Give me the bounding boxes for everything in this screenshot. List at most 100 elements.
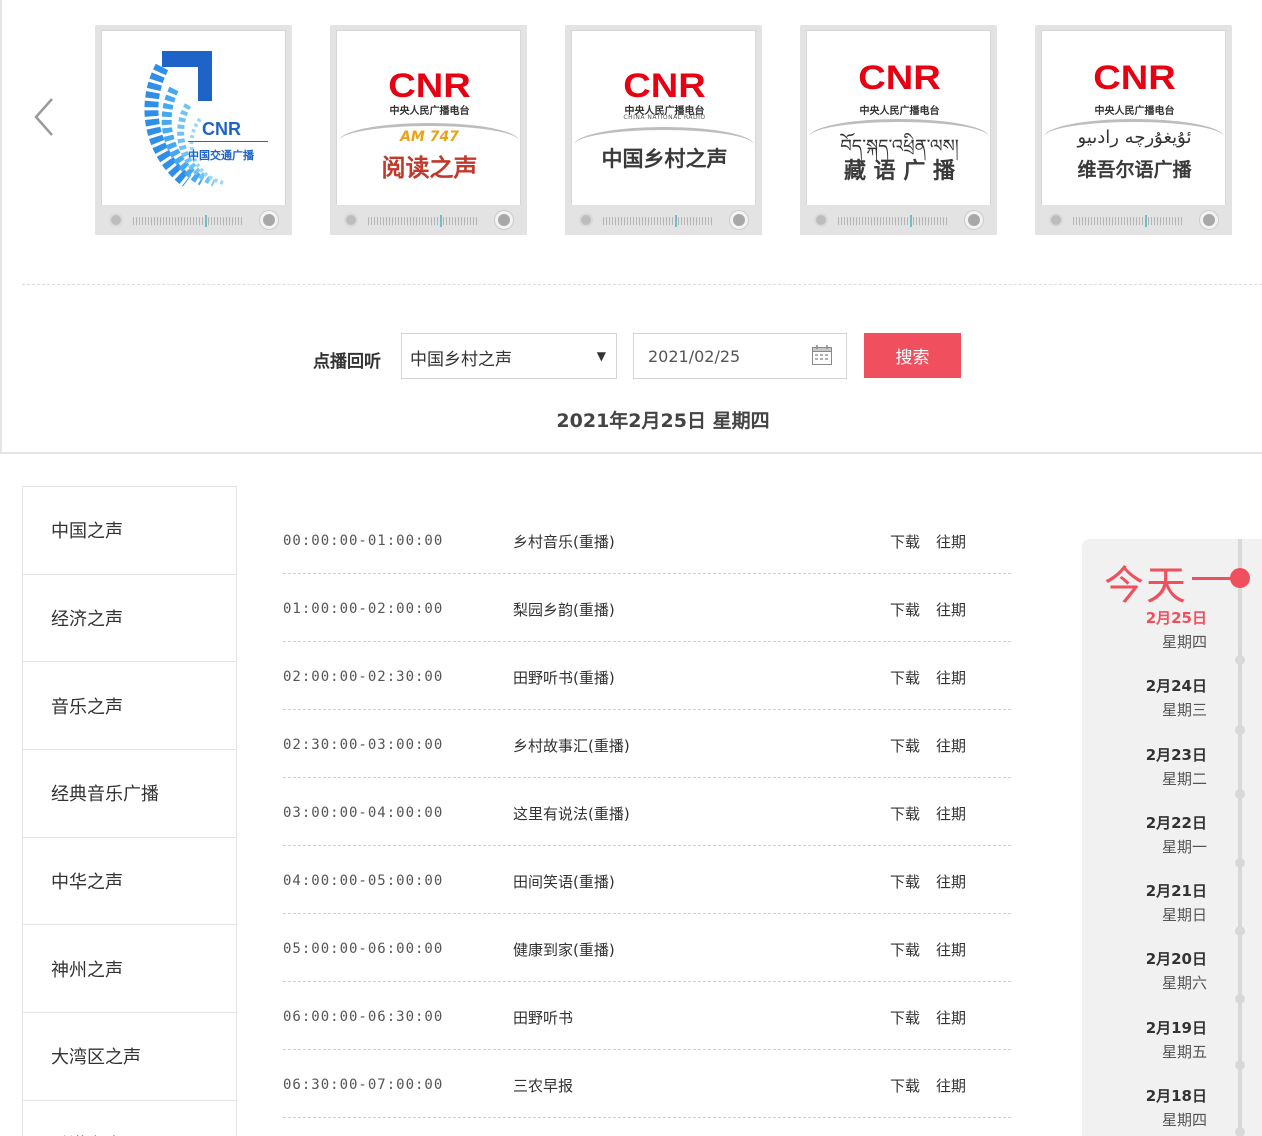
traffic-station-name: 中国交通广播	[188, 149, 254, 162]
program-row: 00:00:00-01:00:00 乡村音乐(重播) 下载 往期	[283, 506, 1011, 574]
caret-down-icon: ▼	[596, 349, 606, 363]
program-title[interactable]: 田间笑语(重播)	[513, 871, 615, 892]
past-episodes-link[interactable]: 往期	[936, 939, 966, 960]
timeline-date-0218[interactable]: 2月18日	[1082, 1085, 1207, 1106]
timeline-dot	[1235, 994, 1245, 1004]
download-link[interactable]: 下载	[890, 735, 920, 756]
today-marker-icon	[1230, 568, 1250, 588]
dial-knob-icon	[579, 213, 593, 227]
download-link[interactable]: 下载	[890, 871, 920, 892]
program-row: 06:00:00-06:30:00 田野听书 下载 往期	[283, 982, 1011, 1050]
past-episodes-link[interactable]: 往期	[936, 599, 966, 620]
timeline-date-0222[interactable]: 2月22日	[1082, 812, 1207, 833]
sidebar-item-yinyue[interactable]: 音乐之声	[23, 662, 236, 751]
download-link[interactable]: 下载	[890, 803, 920, 824]
station-card-reading[interactable]: CNR 中央人民广播电台 AM 747 阅读之声	[330, 25, 527, 235]
download-link[interactable]: 下载	[890, 667, 920, 688]
station-card-tibetan[interactable]: CNR 中央人民广播电台 བོད་སྐད་འཕྲིན་ལས། 藏 语 广 播	[800, 25, 997, 235]
calendar-icon[interactable]	[811, 344, 833, 366]
timeline-weekday: 星期六	[1161, 974, 1207, 992]
sidebar-item-jingdian-yinyue[interactable]: 经典音乐广播	[23, 750, 236, 838]
today-pointer	[1192, 577, 1232, 580]
station-logo-rural: CNR 中央人民广播电台 CHINA NATIONAL RADIO 中国乡村之声	[571, 30, 756, 230]
program-list: 00:00:00-01:00:00 乡村音乐(重播) 下载 往期 01:00:0…	[283, 506, 1011, 1118]
program-title[interactable]: 梨园乡韵(重播)	[513, 599, 615, 620]
station-name: 阅读之声	[381, 154, 478, 182]
program-time: 05:00:00-06:00:00	[283, 941, 444, 957]
timeline-date-0225[interactable]: 2月25日	[1082, 607, 1207, 628]
program-title[interactable]: 三农早报	[513, 1075, 573, 1096]
download-link[interactable]: 下载	[890, 599, 920, 620]
station-logo-traffic: CNR 中国交通广播	[101, 30, 286, 230]
sidebar-item-zhonghua[interactable]: 中华之声	[23, 838, 236, 926]
channel-sidebar: 中国之声 经济之声 音乐之声 经典音乐广播 中华之声 神州之声 大湾区之声 香港…	[22, 486, 237, 1136]
carousel-prev-button[interactable]	[30, 95, 62, 139]
station-card-uyghur[interactable]: CNR 中央人民广播电台 ئۇيغۇرچە رادىيو 维吾尔语广播	[1035, 25, 1232, 235]
station-card-traffic[interactable]: CNR 中国交通广播	[95, 25, 292, 235]
program-row: 01:00:00-02:00:00 梨园乡韵(重播) 下载 往期	[283, 574, 1011, 642]
program-title[interactable]: 乡村故事汇(重播)	[513, 735, 630, 756]
timeline-date-0223[interactable]: 2月23日	[1082, 744, 1207, 765]
past-episodes-link[interactable]: 往期	[936, 871, 966, 892]
sidebar-item-zhongguo[interactable]: 中国之声	[23, 487, 236, 575]
channel-select-value: 中国乡村之声	[410, 350, 512, 370]
sidebar-item-xianggang[interactable]: 香港之声	[23, 1101, 236, 1136]
station-name: 中国乡村之声	[601, 147, 728, 171]
radio-dial-bar	[800, 205, 997, 235]
timeline-date-0220[interactable]: 2月20日	[1082, 948, 1207, 969]
dial-knob-icon	[344, 213, 358, 227]
download-link[interactable]: 下载	[890, 531, 920, 552]
search-button[interactable]: 搜索	[864, 333, 961, 378]
section-divider	[0, 452, 1262, 454]
program-row: 04:00:00-05:00:00 田间笑语(重播) 下载 往期	[283, 846, 1011, 914]
cnr-logo: CNR	[388, 67, 471, 105]
chevron-left-icon	[34, 98, 53, 136]
past-episodes-link[interactable]: 往期	[936, 803, 966, 824]
timeline-dot	[1235, 725, 1245, 735]
timeline-weekday: 星期五	[1161, 1043, 1207, 1061]
program-title[interactable]: 田野听书	[513, 1007, 573, 1028]
station-card-rural[interactable]: CNR 中央人民广播电台 CHINA NATIONAL RADIO 中国乡村之声	[565, 25, 762, 235]
sidebar-item-jingji[interactable]: 经济之声	[23, 575, 236, 663]
past-episodes-link[interactable]: 往期	[936, 1007, 966, 1028]
past-episodes-link[interactable]: 往期	[936, 1075, 966, 1096]
past-episodes-link[interactable]: 往期	[936, 735, 966, 756]
traffic-cnr-mark: CNR	[202, 119, 241, 139]
download-link[interactable]: 下载	[890, 939, 920, 960]
timeline-date-0219[interactable]: 2月19日	[1082, 1017, 1207, 1038]
volume-knob-icon	[260, 211, 278, 229]
date-timeline: 今天 2月25日 星期四 2月24日 星期三 2月23日 星期二 2月22日 星…	[1082, 539, 1262, 1136]
cnr-subtitle: 中央人民广播电台	[389, 106, 470, 117]
program-time: 06:00:00-06:30:00	[283, 1009, 444, 1025]
radio-dial-bar	[565, 205, 762, 235]
program-row: 06:30:00-07:00:00 三农早报 下载 往期	[283, 1050, 1011, 1118]
channel-select[interactable]: 中国乡村之声 ▼	[401, 333, 617, 379]
timeline-dot	[1235, 789, 1245, 799]
timeline-date-0221[interactable]: 2月21日	[1082, 880, 1207, 901]
cnr-subtitle: 中央人民广播电台	[859, 106, 940, 117]
timeline-weekday: 星期二	[1161, 770, 1207, 788]
program-row: 05:00:00-06:00:00 健康到家(重播) 下载 往期	[283, 914, 1011, 982]
program-time: 06:30:00-07:00:00	[283, 1077, 444, 1093]
sidebar-item-dawanqu[interactable]: 大湾区之声	[23, 1013, 236, 1101]
program-title[interactable]: 健康到家(重播)	[513, 939, 615, 960]
program-title[interactable]: 乡村音乐(重播)	[513, 531, 615, 552]
station-name: 藏 语 广 播	[844, 159, 955, 184]
timeline-date-0224[interactable]: 2月24日	[1082, 675, 1207, 696]
cnr-subtitle-en: CHINA NATIONAL RADIO	[623, 114, 706, 121]
station-name: 维吾尔语广播	[1077, 159, 1192, 181]
download-link[interactable]: 下载	[890, 1075, 920, 1096]
dial-knob-icon	[1049, 213, 1063, 227]
program-title[interactable]: 田野听书(重播)	[513, 667, 615, 688]
sidebar-item-shenzhou[interactable]: 神州之声	[23, 925, 236, 1014]
download-link[interactable]: 下载	[890, 1007, 920, 1028]
program-title[interactable]: 这里有说法(重播)	[513, 803, 630, 824]
radio-dial-bar	[1035, 205, 1232, 235]
volume-knob-icon	[730, 211, 748, 229]
volume-knob-icon	[495, 211, 513, 229]
program-time: 04:00:00-05:00:00	[283, 873, 444, 889]
past-episodes-link[interactable]: 往期	[936, 667, 966, 688]
today-label: 今天	[1104, 563, 1188, 609]
station-script: ئۇيغۇرچە رادىيو	[1077, 127, 1192, 148]
past-episodes-link[interactable]: 往期	[936, 531, 966, 552]
